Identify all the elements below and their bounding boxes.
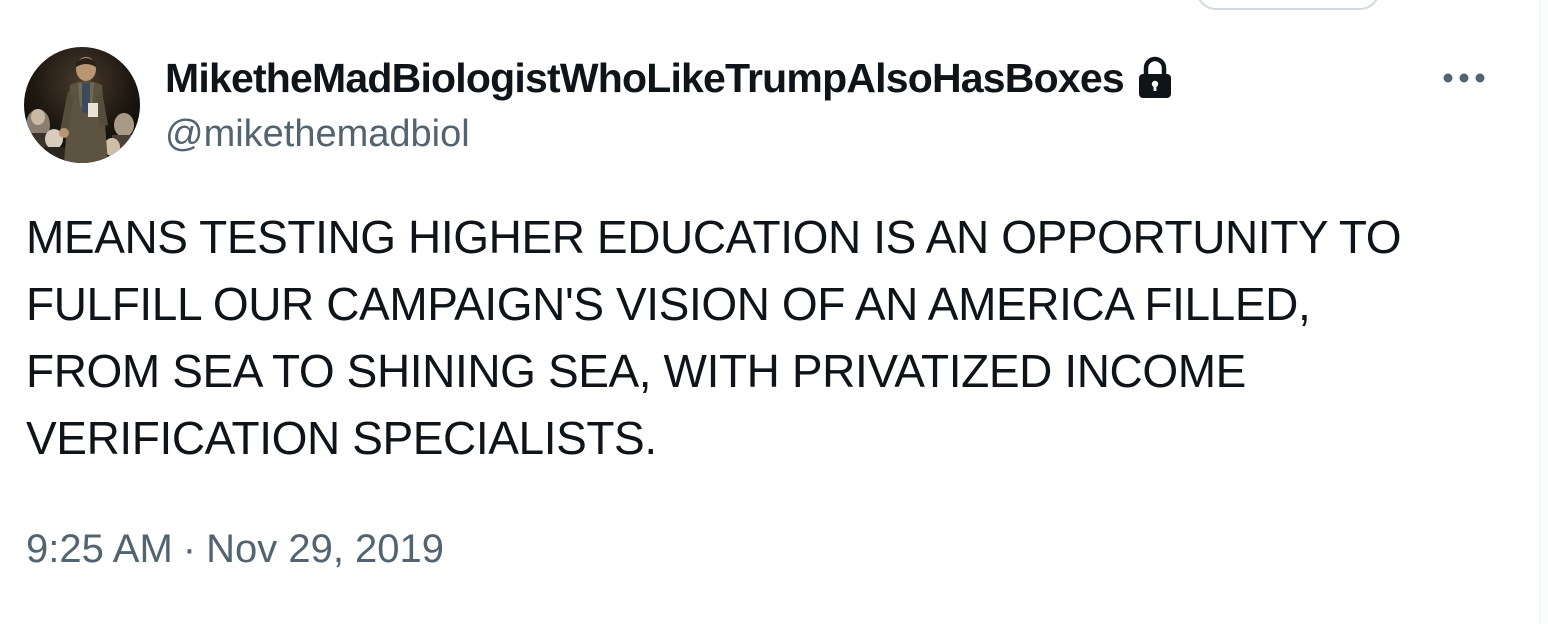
lock-icon [1136,55,1176,101]
tweet-text: MEANS TESTING HIGHER EDUCATION IS AN OPP… [26,211,1402,464]
tweet-timestamp: 9:25 AM · Nov 29, 2019 [26,522,444,576]
avatar[interactable] [24,47,140,163]
author-handle[interactable]: @mikethemadbiol [165,110,470,158]
author-name-row: MiketheMadBiologistWhoLikeTrumpAlsoHasBo… [165,52,1176,104]
more-horizontal-icon [1443,73,1485,83]
tweet-time-link[interactable]: 9:25 AM [26,527,173,571]
avatar-photo [24,47,140,163]
tweet-card: MiketheMadBiologistWhoLikeTrumpAlsoHasBo… [0,0,1540,624]
author-display-name[interactable]: MiketheMadBiologistWhoLikeTrumpAlsoHasBo… [165,52,1125,104]
more-options-button[interactable] [1436,56,1492,100]
meta-separator: · [182,527,197,571]
tweet-date-link[interactable]: Nov 29, 2019 [206,527,444,571]
scrollbar-edge [1539,0,1548,624]
